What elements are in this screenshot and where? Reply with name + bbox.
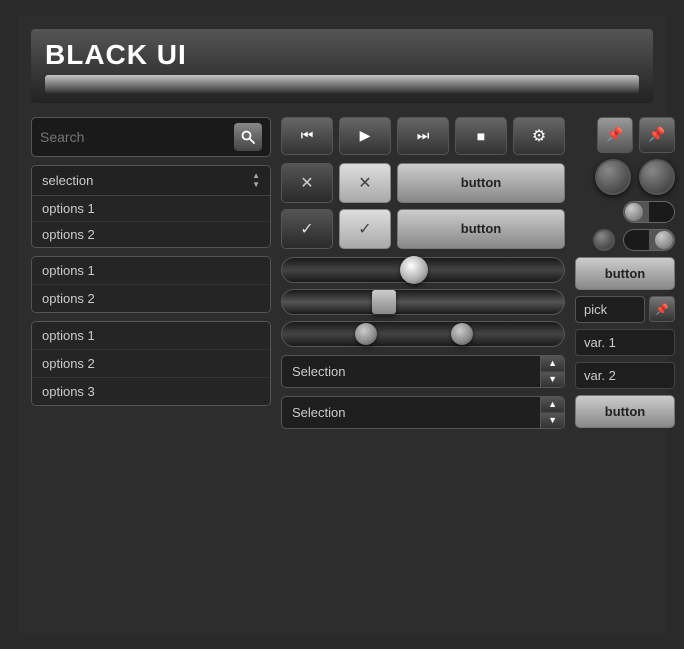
slider-container [281, 257, 565, 347]
list-box-1: options 1 options 2 [31, 256, 271, 313]
knob-1[interactable] [595, 159, 631, 195]
title-bar: BLACK UI [31, 29, 653, 103]
stop-button[interactable]: ■ [455, 117, 507, 155]
sel2-up-button[interactable]: ▲ [541, 397, 564, 413]
right-button-2[interactable]: button [575, 395, 675, 428]
search-box [31, 117, 271, 157]
selection-dropdown-1[interactable]: Selection ▲ ▼ [281, 355, 565, 388]
search-input[interactable] [40, 129, 228, 145]
content-row: selection ▲ ▼ options 1 options 2 option… [31, 117, 653, 621]
list-item[interactable]: options 1 [32, 322, 270, 350]
selection-dropdown-2[interactable]: Selection ▲ ▼ [281, 396, 565, 429]
app-title: BLACK UI [45, 39, 639, 71]
knob-2[interactable] [639, 159, 675, 195]
dropdown-item[interactable]: options 2 [32, 222, 270, 247]
pick-label[interactable]: pick [575, 296, 645, 323]
pick-pin-button[interactable]: 📌 [649, 296, 675, 322]
list-item[interactable]: options 1 [32, 257, 270, 285]
toggle-row-1 [575, 201, 675, 223]
var-1-item[interactable]: var. 1 [575, 329, 675, 356]
search-icon [241, 130, 255, 144]
button-1[interactable]: button [397, 163, 565, 203]
toggle-knob-1 [625, 203, 643, 221]
selection-2-arrows: ▲ ▼ [540, 397, 564, 428]
check-light-button[interactable]: ✓ [339, 209, 391, 249]
x-dark-button-1[interactable]: ✕ [281, 163, 333, 203]
knob-row [575, 159, 675, 195]
selection-dropdown[interactable]: selection ▲ ▼ options 1 options 2 [31, 165, 271, 248]
right-button-1[interactable]: button [575, 257, 675, 290]
toggle-knob-2 [655, 231, 673, 249]
slider-1[interactable] [281, 257, 565, 283]
pin-button-2[interactable]: 📌 [639, 117, 675, 153]
right-column: 📌 📌 button [575, 117, 675, 621]
toggle-switch-2[interactable] [623, 229, 675, 251]
slider-2[interactable] [281, 289, 565, 315]
slider-3[interactable] [281, 321, 565, 347]
dropdown-selected: selection [42, 173, 93, 188]
media-controls: ⏮ ▶ ⏭ ■ ⚙ [281, 117, 565, 155]
fast-forward-button[interactable]: ⏭ [397, 117, 449, 155]
middle-column: ⏮ ▶ ⏭ ■ ⚙ ✕ ✕ button ✓ ✓ button [281, 117, 565, 621]
pin-row: 📌 📌 [575, 117, 675, 153]
button-grid: ✕ ✕ button ✓ ✓ button [281, 163, 565, 249]
list-item[interactable]: options 2 [32, 285, 270, 312]
toggle-switch-1[interactable] [623, 201, 675, 223]
settings-button[interactable]: ⚙ [513, 117, 565, 155]
sel2-down-button[interactable]: ▼ [541, 413, 564, 428]
sel1-up-button[interactable]: ▲ [541, 356, 564, 372]
list-item[interactable]: options 2 [32, 350, 270, 378]
dropdown-arrows: ▲ ▼ [252, 172, 260, 189]
dropdown-item[interactable]: options 1 [32, 196, 270, 222]
button-2[interactable]: button [397, 209, 565, 249]
rewind-button[interactable]: ⏮ [281, 117, 333, 155]
play-button[interactable]: ▶ [339, 117, 391, 155]
dropdown-header[interactable]: selection ▲ ▼ [32, 166, 270, 196]
small-knob[interactable] [593, 229, 615, 251]
search-button[interactable] [234, 123, 262, 151]
title-shine [45, 75, 639, 93]
check-dark-button[interactable]: ✓ [281, 209, 333, 249]
pin-button-1[interactable]: 📌 [597, 117, 633, 153]
selection-2-text: Selection [282, 398, 540, 427]
list-item[interactable]: options 3 [32, 378, 270, 405]
selection-1-text: Selection [282, 357, 540, 386]
sel1-down-button[interactable]: ▼ [541, 372, 564, 387]
toggle-row-2 [575, 229, 675, 251]
main-container: BLACK UI selection ▲ [17, 15, 667, 635]
list-box-2: options 1 options 2 options 3 [31, 321, 271, 406]
x-light-button[interactable]: ✕ [339, 163, 391, 203]
selection-1-arrows: ▲ ▼ [540, 356, 564, 387]
pick-row: pick 📌 [575, 296, 675, 323]
left-column: selection ▲ ▼ options 1 options 2 option… [31, 117, 271, 621]
var-2-item[interactable]: var. 2 [575, 362, 675, 389]
